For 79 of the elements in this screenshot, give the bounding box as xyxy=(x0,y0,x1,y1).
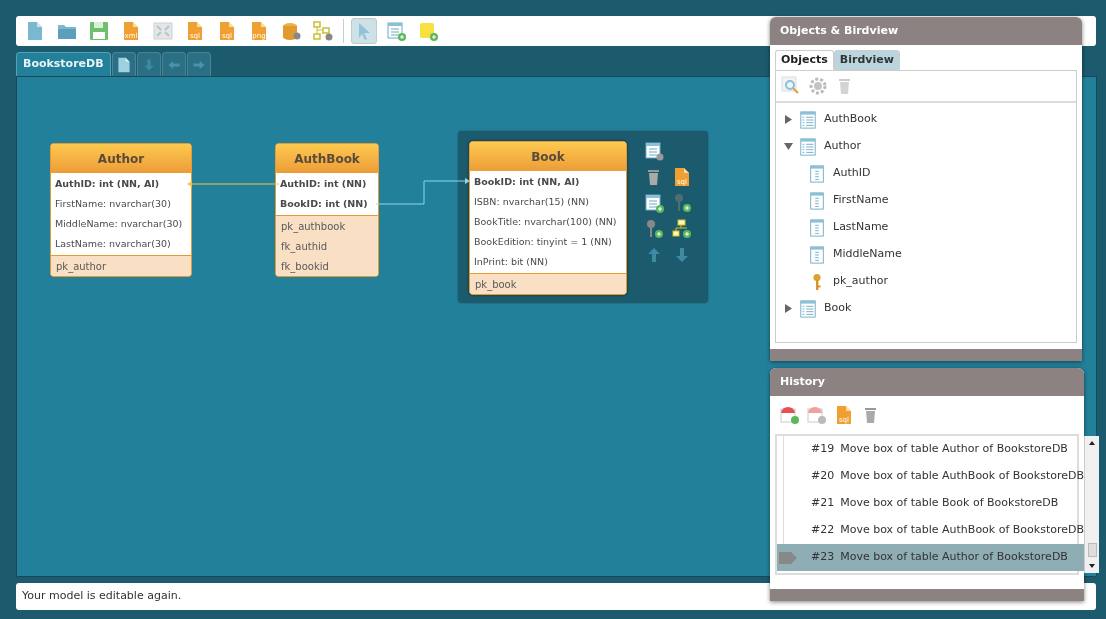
forward-arrow-tab[interactable] xyxy=(186,52,211,76)
index-name: pk_authbook xyxy=(280,219,347,235)
collapse-arrow-icon[interactable] xyxy=(784,142,794,151)
table-icon xyxy=(799,299,817,318)
key-column: BookID: int (NN) xyxy=(276,194,378,214)
current-marker-icon xyxy=(779,552,797,564)
table-column: LastName: nvarchar(30) xyxy=(51,234,191,254)
entry-number: #20 xyxy=(811,468,835,485)
column-icon xyxy=(808,191,826,210)
table-icon xyxy=(799,137,817,156)
page-tab[interactable] xyxy=(111,52,136,76)
calendar-gear-icon[interactable] xyxy=(807,405,827,425)
index-name: fk_bookid xyxy=(280,259,330,275)
diagram-tab[interactable]: BookstoreDB xyxy=(16,52,111,76)
index-name: pk_author xyxy=(55,259,108,275)
history-entry[interactable]: #22 Move box of table AuthBook of BookstoreDB xyxy=(777,517,1085,544)
entry-text: Move box of table Author of BookstoreDB xyxy=(840,549,1068,566)
index-name: pk_book xyxy=(474,277,518,293)
table-icon xyxy=(799,110,817,129)
table-column: InPrint: bit (NN) xyxy=(470,252,626,272)
entry-number: #19 xyxy=(811,441,835,458)
panel-title: History xyxy=(770,368,1084,396)
table-title: AuthBook xyxy=(276,144,378,173)
tree-item[interactable]: AuthID xyxy=(833,165,871,182)
add-relation-button[interactable] xyxy=(672,219,692,239)
tree-item[interactable]: AuthBook xyxy=(824,111,878,128)
down-arrow-tab[interactable] xyxy=(136,52,161,76)
entry-text: Move box of table AuthBook of BookstoreDB xyxy=(840,522,1085,539)
table-column: BookTitle: nvarchar(100) (NN) xyxy=(470,212,626,232)
tree-item[interactable]: Author xyxy=(824,138,862,155)
entry-number: #22 xyxy=(811,522,835,539)
tree-item[interactable]: MiddleName xyxy=(833,246,902,263)
history-entry[interactable]: #23 Move box of table Author of BookstoreDB xyxy=(777,544,1085,571)
table-title: Author xyxy=(51,144,191,173)
settings-icon[interactable] xyxy=(808,76,828,96)
entry-text: Move box of table Author of BookstoreDB xyxy=(840,441,1068,458)
column-icon xyxy=(808,164,826,183)
table-column: MiddleName: nvarchar(30) xyxy=(51,214,191,234)
index-name: fk_authid xyxy=(280,239,329,255)
panel-tab[interactable]: Objects xyxy=(775,50,834,70)
table-title: Book xyxy=(470,142,626,171)
column-icon xyxy=(808,218,826,237)
diagram-gear-icon[interactable] xyxy=(310,18,336,44)
add-key-button[interactable] xyxy=(644,219,664,239)
back-arrow-tab[interactable] xyxy=(161,52,186,76)
tree-item[interactable]: LastName xyxy=(833,219,889,236)
add-column-button[interactable] xyxy=(644,193,664,213)
history-entry[interactable]: #21 Move box of table Book of BookstoreDB xyxy=(777,490,1085,517)
entry-text: Move box of table AuthBook of BookstoreDB xyxy=(840,468,1085,485)
entry-text: Move box of table Book of BookstoreDB xyxy=(840,495,1059,512)
table-column: ISBN: nvarchar(15) (NN) xyxy=(470,192,626,212)
status-message: Your model is editable again. xyxy=(22,588,182,605)
key-column: BookID: int (NN, AI) xyxy=(470,172,626,192)
entry-number: #23 xyxy=(811,549,835,566)
table-box[interactable]: Author AuthID: int (NN, AI) FirstName: nvarchar(30) MiddleName: nvarchar(30) LastName: nvarchar(30) pk_author xyxy=(50,143,192,277)
table-column: BookEdition: tinyint = 1 (NN) xyxy=(470,232,626,252)
tree-item[interactable]: pk_author xyxy=(833,273,889,290)
search-icon[interactable] xyxy=(781,76,801,96)
expand-arrow-icon[interactable] xyxy=(784,304,794,313)
history-entry[interactable]: #20 Move box of table AuthBook of BookstoreDB xyxy=(777,463,1085,490)
table-box[interactable]: AuthBook AuthID: int (NN) BookID: int (NN) pk_authbook fk_authid fk_bookid xyxy=(275,143,379,277)
panel-title: Objects & Birdview xyxy=(770,17,1082,45)
scroll-thumb[interactable] xyxy=(1087,543,1097,557)
table-column: FirstName: nvarchar(30) xyxy=(51,194,191,214)
scrollbar[interactable] xyxy=(1084,436,1100,573)
column-icon xyxy=(808,245,826,264)
tree-item[interactable]: FirstName xyxy=(833,192,889,209)
table-gear-button[interactable] xyxy=(644,141,664,161)
key-column: AuthID: int (NN) xyxy=(276,174,378,194)
page-icon xyxy=(115,56,132,73)
history-entry[interactable]: #19 Move box of table Author of BookstoreDB xyxy=(777,436,1085,463)
key-column: AuthID: int (NN, AI) xyxy=(51,174,191,194)
tree-item[interactable]: Book xyxy=(824,300,852,317)
calendar-add-icon[interactable] xyxy=(780,405,800,425)
expand-arrow-icon[interactable] xyxy=(784,115,794,124)
table-box[interactable]: Book BookID: int (NN, AI) ISBN: nvarchar(15) (NN) BookTitle: nvarchar(100) (NN) BookEdition: tinyint = 1 (NN) InPrint: bit (NN) pk_book xyxy=(469,141,627,295)
entry-number: #21 xyxy=(811,495,835,512)
panel-tab[interactable]: Birdview xyxy=(833,50,900,70)
add-key-button[interactable] xyxy=(672,193,692,213)
